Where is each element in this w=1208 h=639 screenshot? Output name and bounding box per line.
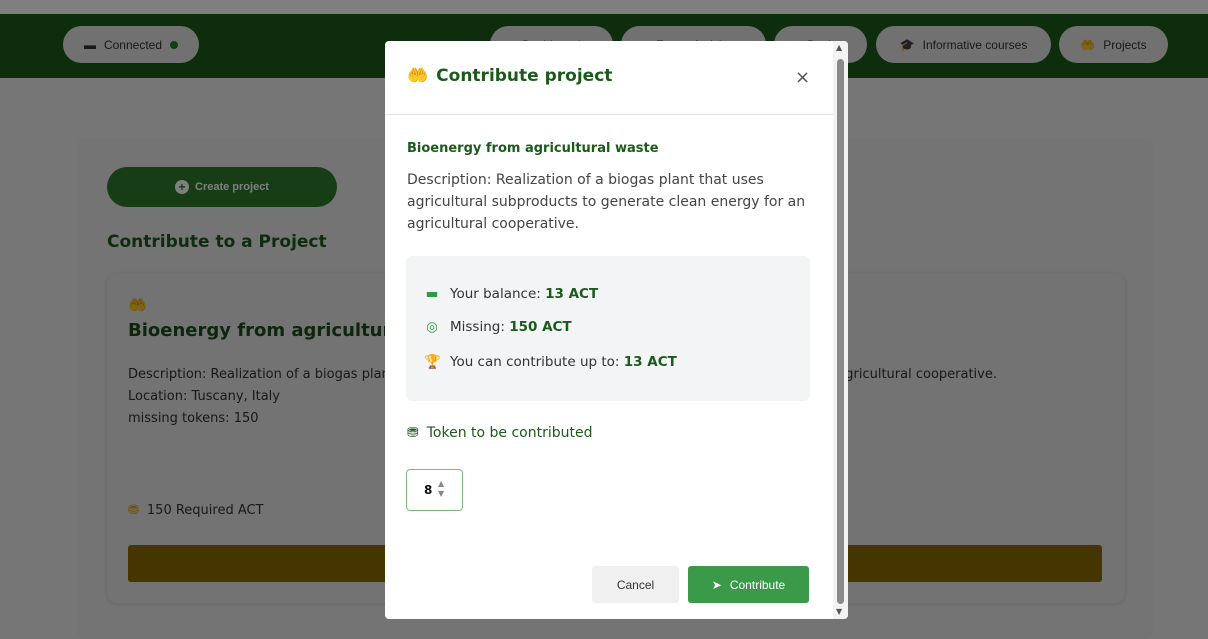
modal-title-text: Contribute project xyxy=(436,66,613,86)
token-field-label: ⛃ Token to be contributed xyxy=(407,425,593,441)
modal-header: 🤲 Contribute project × xyxy=(385,41,835,115)
modal-scrollbar[interactable]: ▲ ▼ xyxy=(833,41,848,619)
max-contribution-value: 13 ACT xyxy=(623,354,677,370)
token-label-text: Token to be contributed xyxy=(426,425,593,441)
balance-value: 13 ACT xyxy=(545,286,599,302)
token-amount-value: 8 xyxy=(424,483,433,497)
missing-label: Missing: xyxy=(450,319,505,335)
contribute-modal: 🤲 Contribute project × Bioenergy from ag… xyxy=(385,41,848,619)
contribute-label: Contribute xyxy=(729,577,786,592)
missing-row: ◎ Missing: 150 ACT xyxy=(424,319,572,335)
hand-seedling-icon: 🤲 xyxy=(407,66,429,86)
paper-plane-icon: ➤ xyxy=(711,577,722,592)
wallet-icon: ▬ xyxy=(425,286,439,302)
modal-project-description: Description: Realization of a biogas pla… xyxy=(407,172,806,232)
coins-icon: ⛃ xyxy=(407,425,419,441)
scroll-up-arrow-icon[interactable]: ▲ xyxy=(836,43,842,52)
spinner-arrows-icon[interactable]: ▲ ▼ xyxy=(438,479,444,499)
max-contribution-row: 🏆 You can contribute up to: 13 ACT xyxy=(424,354,677,370)
scroll-thumb[interactable] xyxy=(837,59,844,604)
target-icon: ◎ xyxy=(426,319,438,335)
token-amount-input[interactable]: 8 ▲ ▼ xyxy=(406,469,463,511)
contribution-info-box: ▬ Your balance: 13 ACT ◎ Missing: 150 AC… xyxy=(406,256,810,401)
contribute-button[interactable]: ➤ Contribute xyxy=(688,566,809,603)
scroll-down-arrow-icon[interactable]: ▼ xyxy=(836,607,842,616)
modal-title: 🤲 Contribute project xyxy=(407,66,612,86)
balance-label: Your balance: xyxy=(450,286,541,302)
cancel-button[interactable]: Cancel xyxy=(592,566,679,603)
close-icon[interactable]: × xyxy=(795,67,810,88)
modal-project-title: Bioenergy from agricultural waste xyxy=(407,141,659,156)
balance-row: ▬ Your balance: 13 ACT xyxy=(424,286,599,302)
trophy-icon: 🏆 xyxy=(424,354,441,370)
max-contribution-label: You can contribute up to: xyxy=(450,354,620,370)
missing-value: 150 ACT xyxy=(509,319,572,335)
